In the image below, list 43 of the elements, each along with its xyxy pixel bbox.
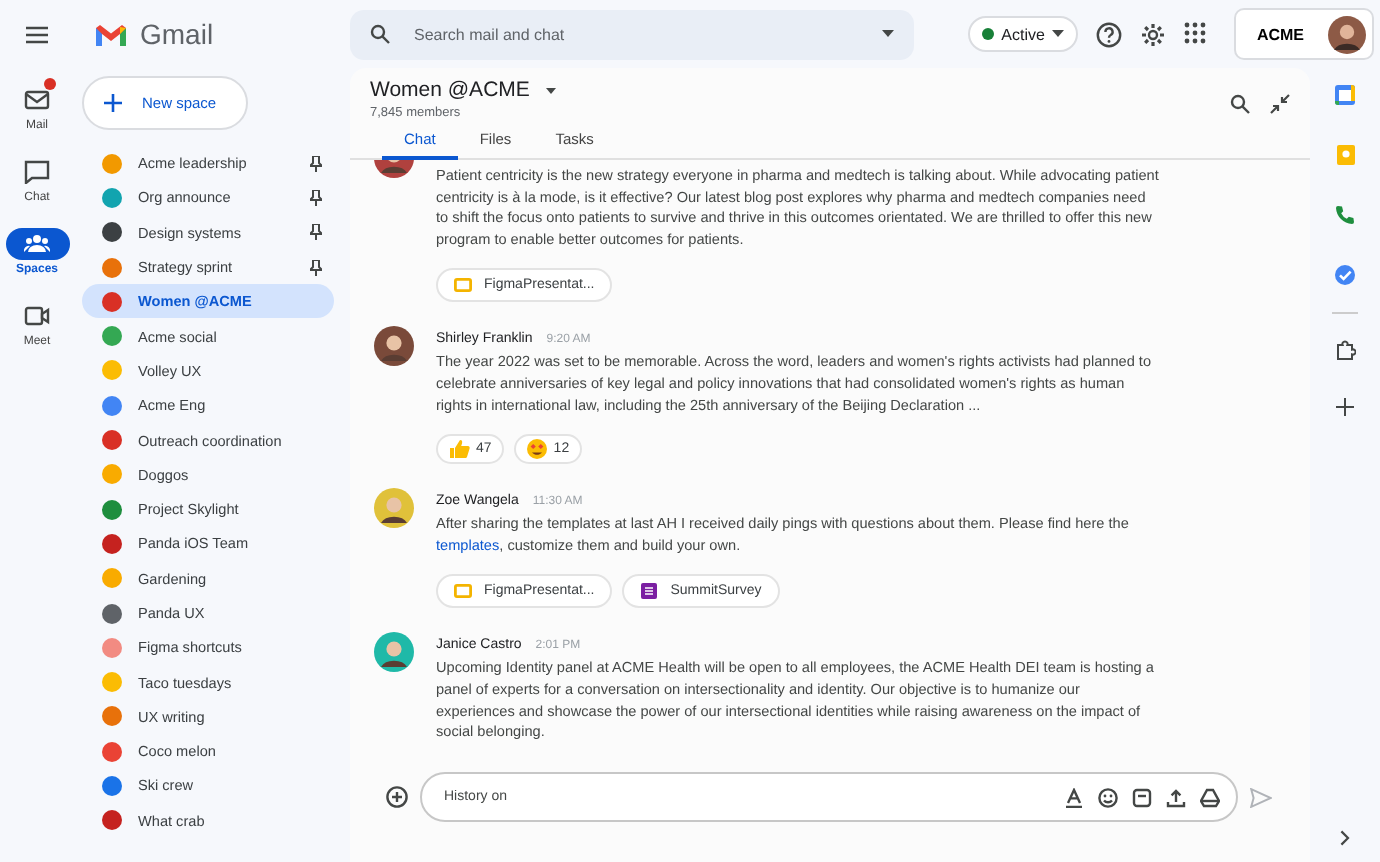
text-format-icon[interactable] — [1064, 787, 1084, 807]
people-icon — [24, 232, 50, 256]
search-icon[interactable] — [1230, 94, 1250, 114]
drive-icon[interactable] — [1200, 787, 1220, 807]
mail-icon — [24, 88, 50, 112]
avatar-icon — [374, 488, 414, 529]
video-camera-icon — [24, 304, 50, 328]
plus-icon[interactable] — [1336, 398, 1354, 416]
form-icon — [640, 582, 659, 601]
puzzle-icon[interactable] — [1335, 340, 1355, 360]
account-button[interactable]: ACME — [1234, 8, 1374, 60]
avatar-icon — [1328, 15, 1366, 53]
slides-icon — [454, 582, 472, 601]
gmail-logo-icon[interactable] — [94, 21, 128, 47]
chat-icon — [24, 160, 50, 184]
search-field[interactable]: Search mail and chat — [350, 9, 914, 59]
search-input[interactable]: Search mail and chat — [410, 23, 862, 45]
add-icon[interactable] — [386, 786, 408, 808]
collapse-icon[interactable] — [1270, 94, 1290, 114]
settings-icon[interactable] — [1140, 21, 1167, 47]
status-button[interactable]: Active — [967, 16, 1079, 52]
caret-icon — [1052, 30, 1065, 38]
thumbs-up-icon — [448, 438, 470, 461]
heart-eyes-emoji-icon — [525, 438, 548, 461]
search-icon — [370, 24, 390, 44]
tasks-icon[interactable] — [1334, 264, 1356, 286]
phone-icon[interactable] — [1334, 204, 1356, 226]
chevron-right-icon[interactable] — [1340, 830, 1350, 846]
slides-icon — [454, 276, 472, 295]
caret-icon — [882, 30, 894, 38]
org-name: ACME — [1256, 25, 1304, 43]
caret-icon[interactable] — [545, 87, 556, 93]
space-title: Women @ACME — [370, 78, 530, 102]
menu-icon[interactable] — [26, 25, 48, 43]
avatar-icon — [374, 632, 414, 673]
emoji-icon[interactable] — [1098, 787, 1118, 807]
plus-icon — [104, 94, 122, 112]
calendar-icon[interactable] — [1334, 84, 1356, 106]
help-icon[interactable] — [1096, 21, 1123, 47]
app-name: Gmail — [140, 18, 214, 50]
upload-icon[interactable] — [1166, 787, 1186, 807]
avatar-icon — [374, 326, 414, 367]
apps-icon[interactable] — [1184, 22, 1209, 46]
